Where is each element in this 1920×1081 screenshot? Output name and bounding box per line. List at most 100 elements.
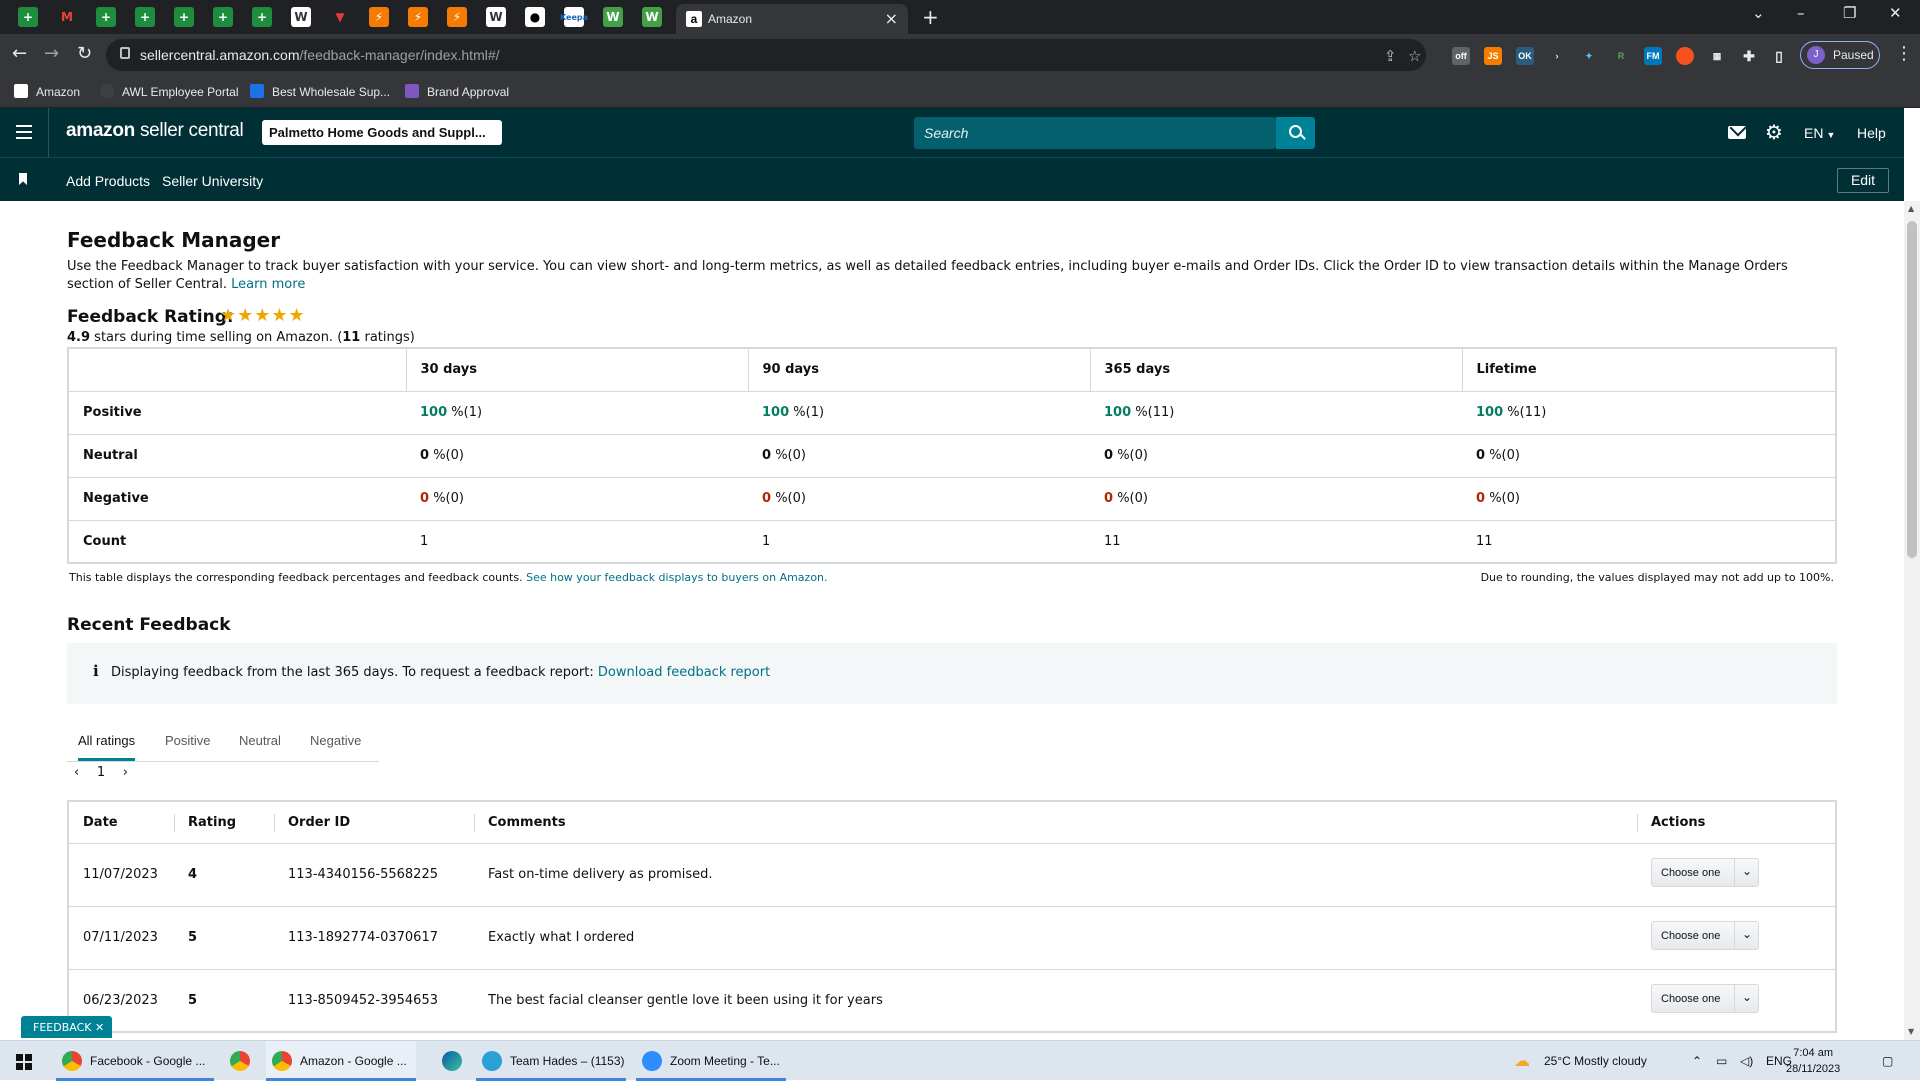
help-link[interactable]: Help <box>1857 125 1886 141</box>
feedback-tab[interactable]: FEEDBACK ✕ <box>21 1016 112 1038</box>
mail-icon[interactable] <box>1728 126 1746 139</box>
app-tab-icon[interactable]: ⚡ <box>369 7 389 27</box>
summary-cell[interactable]: 11 <box>1090 520 1462 564</box>
minimize-button[interactable]: – <box>1797 4 1805 22</box>
tab-search-icon[interactable]: ⌄ <box>1752 4 1765 22</box>
system-clock[interactable]: 7:04 am 28/11/2023 <box>1786 1045 1840 1077</box>
scroll-up-icon[interactable]: ▲ <box>1908 204 1914 213</box>
extension-icon[interactable]: ▦ <box>1708 47 1726 65</box>
sheets-tab-icon[interactable]: + <box>18 7 38 27</box>
share-icon[interactable]: ⇪ <box>1384 47 1397 65</box>
extension-icon[interactable]: JS <box>1484 47 1502 65</box>
app-tab-icon[interactable]: W <box>642 7 662 27</box>
action-dropdown[interactable]: Choose one ⌄ <box>1651 858 1759 887</box>
side-panel-icon[interactable]: ▯ <box>1770 47 1788 65</box>
bookmark-star-icon[interactable]: ☆ <box>1408 47 1421 65</box>
network-icon[interactable]: ▭ <box>1716 1054 1727 1068</box>
bookmark-best-wholesale[interactable]: Best Wholesale Sup... <box>250 84 390 99</box>
hamburger-menu-icon[interactable] <box>16 125 32 139</box>
menu-icon[interactable]: ⋮ <box>1895 43 1913 64</box>
col-rating-label: Rating <box>188 814 237 830</box>
app-tab-icon[interactable]: ● <box>525 7 545 27</box>
weather-text[interactable]: 25°C Mostly cloudy <box>1544 1054 1647 1068</box>
bookmark-amazon[interactable]: Amazon <box>14 84 80 99</box>
app-tab-icon[interactable]: ▼ <box>330 7 350 27</box>
sheets-tab-icon[interactable]: + <box>135 7 155 27</box>
tab-negative[interactable]: Negative <box>310 733 361 748</box>
extension-icon[interactable]: off <box>1452 47 1470 65</box>
doc-tab-icon[interactable]: W <box>486 7 506 27</box>
bookmark-brand-approval[interactable]: Brand Approval <box>405 84 509 99</box>
notification-icon[interactable]: ▢ <box>1882 1054 1893 1068</box>
restore-button[interactable]: ❐ <box>1843 4 1856 22</box>
taskbar-edge[interactable] <box>434 1041 470 1081</box>
reload-button[interactable]: ↻ <box>77 43 92 64</box>
scroll-down-icon[interactable]: ▼ <box>1908 1027 1914 1036</box>
seller-central-logo[interactable]: amazon seller central <box>66 120 244 142</box>
extension-icon[interactable]: OK <box>1516 47 1534 65</box>
app-tab-icon[interactable]: W <box>603 7 623 27</box>
search-input[interactable] <box>914 117 1274 149</box>
app-tab-icon[interactable]: ⚡ <box>408 7 428 27</box>
next-page-icon[interactable]: › <box>123 765 128 780</box>
app-tab-icon[interactable]: Keepa <box>560 7 588 27</box>
extension-icon[interactable]: › <box>1548 47 1566 65</box>
address-bar[interactable]: sellercentral.amazon.com/feedback-manage… <box>106 39 1426 71</box>
page-number[interactable]: 1 <box>97 765 105 780</box>
action-dropdown[interactable]: Choose one ⌄ <box>1651 921 1759 950</box>
order-id-link[interactable]: 113-4340156-5568225 <box>274 843 474 907</box>
taskbar-telegram[interactable]: Team Hades – (1153) <box>476 1041 626 1081</box>
bookmark-awl-portal[interactable]: AWL Employee Portal <box>100 84 239 99</box>
sheets-tab-icon[interactable]: + <box>96 7 116 27</box>
seller-university-link[interactable]: Seller University <box>162 173 263 189</box>
tray-overflow-icon[interactable]: ⌃ <box>1692 1054 1702 1068</box>
taskbar-zoom[interactable]: Zoom Meeting - Te... <box>636 1041 786 1081</box>
weather-icon[interactable]: ☁ <box>1514 1051 1530 1071</box>
buyer-display-link[interactable]: See how your feedback displays to buyers… <box>526 571 827 584</box>
taskbar-chrome[interactable] <box>222 1041 258 1081</box>
language-selector[interactable]: EN ▼ <box>1804 125 1835 141</box>
url-path: /feedback-manager/index.html#/ <box>299 47 500 63</box>
account-switcher[interactable]: Palmetto Home Goods and Suppl... <box>262 120 502 145</box>
profile-button[interactable]: J Paused <box>1800 41 1880 69</box>
extension-icon[interactable]: ✦ <box>1580 47 1598 65</box>
bookmark-icon[interactable] <box>19 173 27 185</box>
add-products-link[interactable]: Add Products <box>66 173 150 189</box>
back-button[interactable]: ← <box>12 43 27 64</box>
extension-icon[interactable]: R <box>1612 47 1630 65</box>
action-dropdown[interactable]: Choose one ⌄ <box>1651 983 1759 1013</box>
close-window-button[interactable]: ✕ <box>1889 4 1902 22</box>
download-report-link[interactable]: Download feedback report <box>598 665 770 680</box>
gear-icon[interactable]: ⚙ <box>1765 122 1783 142</box>
tab-amazon[interactable]: a Amazon × <box>676 4 908 34</box>
gmail-tab-icon[interactable]: M <box>57 7 77 27</box>
tab-neutral[interactable]: Neutral <box>239 733 281 748</box>
extension-icon[interactable] <box>1676 47 1694 65</box>
order-id-link[interactable]: 113-8509452-3954653 <box>274 969 474 1033</box>
tab-positive[interactable]: Positive <box>165 733 211 748</box>
summary-cell[interactable]: 11 <box>1462 520 1836 564</box>
search-button[interactable] <box>1276 117 1315 149</box>
edit-nav-button[interactable]: Edit <box>1837 168 1889 193</box>
puzzle-icon[interactable]: ✚ <box>1740 47 1758 65</box>
new-tab-button[interactable]: + <box>922 5 939 29</box>
forward-button[interactable]: → <box>44 43 59 64</box>
sheets-tab-icon[interactable]: + <box>252 7 272 27</box>
volume-icon[interactable]: ◁) <box>1740 1054 1753 1068</box>
app-tab-icon[interactable]: ⚡ <box>447 7 467 27</box>
doc-tab-icon[interactable]: W <box>291 7 311 27</box>
feedback-manager-page: Feedback Manager Use the Feedback Manage… <box>0 201 1904 1040</box>
sheets-tab-icon[interactable]: + <box>174 7 194 27</box>
taskbar-amazon-chrome[interactable]: Amazon - Google ... <box>266 1041 416 1081</box>
close-tab-icon[interactable]: × <box>885 9 898 28</box>
sheets-tab-icon[interactable]: + <box>213 7 233 27</box>
prev-page-icon[interactable]: ‹ <box>74 765 79 780</box>
extension-icon[interactable]: FM <box>1644 47 1662 65</box>
learn-more-link[interactable]: Learn more <box>231 277 305 292</box>
order-id-link[interactable]: 113-1892774-0370617 <box>274 906 474 970</box>
windows-start-icon[interactable] <box>16 1054 32 1070</box>
taskbar-facebook-chrome[interactable]: Facebook - Google ... <box>56 1041 214 1081</box>
tab-all-ratings[interactable]: All ratings <box>78 733 136 761</box>
scrollbar-thumb[interactable] <box>1907 221 1917 558</box>
page-scrollbar[interactable]: ▲ ▼ <box>1904 201 1920 1040</box>
